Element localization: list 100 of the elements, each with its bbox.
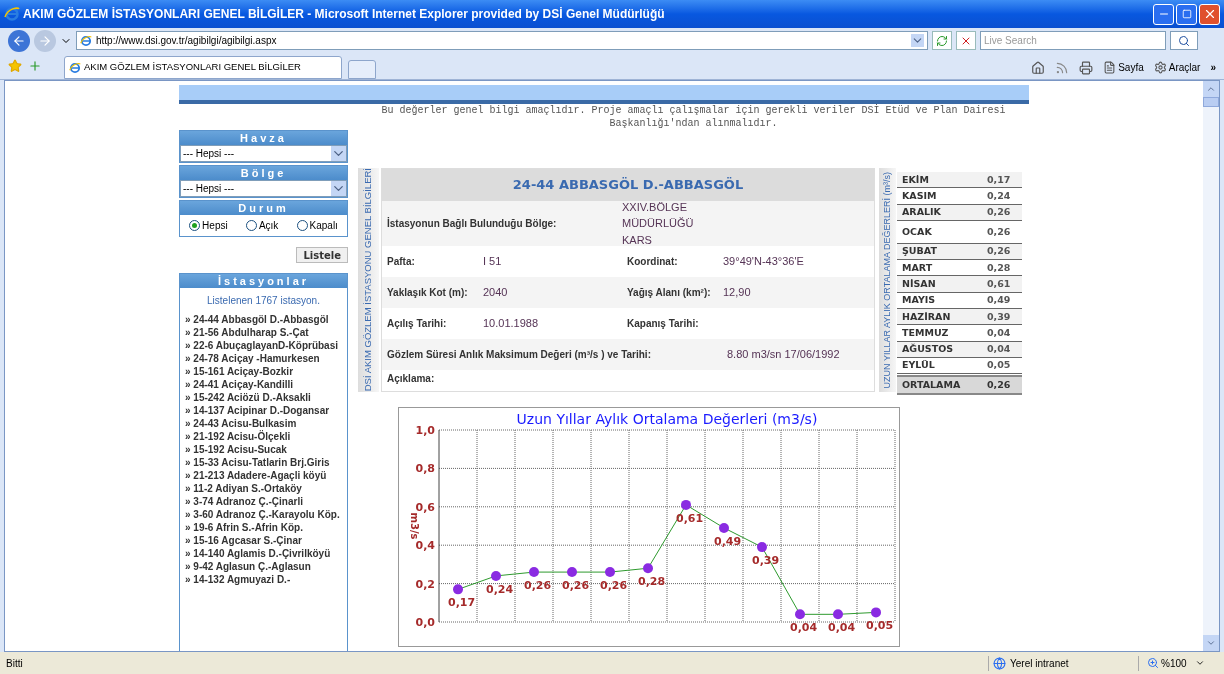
browser-logo-icon xyxy=(4,6,20,22)
month-name: EYLÜL xyxy=(902,358,936,373)
radio-option[interactable]: Açık xyxy=(245,218,279,233)
data-label: 0,28 xyxy=(637,575,665,589)
data-point xyxy=(566,567,577,578)
field-label: Pafta: xyxy=(387,255,416,269)
month-name: AĞUSTOS xyxy=(902,342,955,357)
data-point xyxy=(604,567,615,578)
address-field[interactable]: http://www.dsi.gov.tr/agibilgi/agibilgi.aspx xyxy=(76,31,928,50)
print-icon[interactable] xyxy=(1079,60,1094,75)
station-link[interactable]: » 24-43 Acisu-Bulkasim xyxy=(180,417,347,430)
filter-heading: Bölge xyxy=(180,166,347,180)
caret-icon xyxy=(1194,658,1205,668)
data-point xyxy=(528,567,539,578)
station-link[interactable]: » 15-161 Aciçay-Bozkir xyxy=(180,365,347,378)
station-link[interactable]: » 11-2 Adiyan S.-Ortaköy xyxy=(180,482,347,495)
browser-tab[interactable]: AKIM GÖZLEM İSTASYONLARI GENEL BİLGİLER xyxy=(64,56,342,79)
month-name: MART xyxy=(902,260,934,275)
month-value: 0,04 xyxy=(987,325,1011,340)
window-title: AKIM GÖZLEM İSTASYONLARI GENEL BİLGİLER - Microsoft Internet Explorer provided by DSİ Genel Müdürlüğü xyxy=(23,6,666,23)
station-link[interactable]: » 14-137 Acipinar D.-Dogansar xyxy=(180,404,347,417)
zoom-button[interactable]: %100 xyxy=(1138,655,1218,671)
station-link[interactable]: » 24-44 Abbasgöl D.-Abbasgöl xyxy=(180,313,347,326)
month-value: 0,24 xyxy=(987,188,1011,203)
browser-logo-icon xyxy=(80,34,92,47)
station-link[interactable]: » 14-132 Agmuyazi D.- xyxy=(180,573,347,586)
month-name: HAZİRAN xyxy=(902,309,952,324)
station-link[interactable]: » 22-6 AbuçaglayanD-Köprübasi xyxy=(180,339,347,352)
radio-button[interactable] xyxy=(245,220,257,231)
select-field[interactable]: --- Hepsi --- xyxy=(180,145,347,162)
status-text: Bitti xyxy=(6,656,24,671)
y-tick-label: 0,2 xyxy=(415,577,435,591)
station-link[interactable]: » 15-242 Aciözü D.-Aksakli xyxy=(180,391,347,404)
page-menu-button[interactable]: Sayfa xyxy=(1103,60,1144,75)
field-label: Yaklaşık Kot (m): xyxy=(387,286,469,300)
home-icon[interactable] xyxy=(1031,60,1046,75)
field-value: 39°49'N-43°36'E xyxy=(723,254,804,270)
data-label: 0,24 xyxy=(485,582,513,596)
stop-button[interactable] xyxy=(956,31,976,50)
month-value: 0,04 xyxy=(987,342,1011,357)
data-point xyxy=(680,499,691,510)
vertical-scrollbar[interactable] xyxy=(1203,81,1219,651)
data-label: 0,49 xyxy=(713,534,741,548)
data-point xyxy=(870,607,881,618)
data-label: 0,05 xyxy=(865,619,893,633)
close-button[interactable] xyxy=(1199,3,1220,25)
station-link[interactable]: » 24-78 Aciçay -Hamurkesen xyxy=(180,352,347,365)
station-link[interactable]: » 15-16 Agcasar S.-Çinar xyxy=(180,534,347,547)
station-link[interactable]: » 9-42 Aglasun Ç.-Aglasun xyxy=(180,560,347,573)
month-name: KASIM xyxy=(902,188,938,203)
data-label: 0,26 xyxy=(599,579,627,593)
month-value: 0,61 xyxy=(987,277,1011,291)
feed-icon[interactable] xyxy=(1055,60,1070,75)
new-tab-button[interactable] xyxy=(348,60,376,79)
search-button[interactable] xyxy=(1170,31,1198,50)
maximize-button[interactable] xyxy=(1176,3,1197,25)
station-link[interactable]: » 15-33 Acisu-Tatlarin Brj.Giris xyxy=(180,456,347,469)
data-label: 0,04 xyxy=(789,621,817,635)
back-button[interactable] xyxy=(8,29,30,52)
station-link[interactable]: » 24-41 Aciçay-Kandilli xyxy=(180,378,347,391)
field-label: İstasyonun Bağlı Bulunduğu Bölge: xyxy=(387,216,558,231)
gear-icon xyxy=(1153,61,1167,74)
station-title: 24-44 ABBASGÖL D.-ABBASGÖL xyxy=(382,169,874,201)
select-field[interactable]: --- Hepsi --- xyxy=(180,180,347,197)
filter-heading: Durum xyxy=(180,201,347,215)
list-button[interactable]: Listele xyxy=(296,247,348,263)
data-label: 0,17 xyxy=(447,596,475,610)
scroll-thumb[interactable] xyxy=(1203,97,1219,107)
station-link[interactable]: » 21-213 Adadere-Agaçli köyü xyxy=(180,469,347,482)
filter-heading: Havza xyxy=(180,131,347,145)
dropdown-icon xyxy=(331,146,346,161)
radio-button[interactable] xyxy=(189,220,201,231)
month-name: NİSAN xyxy=(902,277,937,291)
station-link[interactable]: » 3-74 Adranoz Ç.-Çinarli xyxy=(180,495,347,508)
y-axis-title: m3/s xyxy=(408,512,420,540)
stations-heading: İstasyonlar xyxy=(180,274,347,288)
month-name: MAYIS xyxy=(902,293,937,308)
data-label: 0,26 xyxy=(523,579,551,593)
more-commands-button[interactable]: » xyxy=(1210,60,1216,75)
station-link[interactable]: » 3-60 Adranoz Ç.-Karayolu Köp. xyxy=(180,508,347,521)
station-count: Listelenen 1767 istasyon. xyxy=(206,294,321,308)
refresh-button[interactable] xyxy=(932,31,952,50)
field-label: Açıklama: xyxy=(387,371,435,386)
field-label: Gözlem Süresi Anlık Maksimum Değeri (m³/s ) ve Tarihi: xyxy=(387,348,652,362)
minimize-button[interactable] xyxy=(1153,3,1174,25)
y-tick-label: 0,8 xyxy=(415,462,435,476)
radio-option[interactable]: Kapalı xyxy=(296,218,338,233)
station-link[interactable]: » 21-56 Abdulharap S.-Çat xyxy=(180,326,347,339)
average-label: ORTALAMA xyxy=(902,378,962,393)
station-link[interactable]: » 21-192 Acisu-Ölçekli xyxy=(180,430,347,443)
field-value: XXIV.BÖLGE MÜDÜRLÜĞÜ KARS xyxy=(622,199,695,248)
field-value: 10.01.1988 xyxy=(483,316,539,332)
data-label: 0,04 xyxy=(827,621,855,635)
month-name: TEMMUZ xyxy=(902,325,950,340)
tools-menu-button[interactable]: Araçlar xyxy=(1153,60,1201,75)
radio-option[interactable]: Hepsi xyxy=(189,218,228,233)
station-link[interactable]: » 15-192 Acisu-Sucak xyxy=(180,443,347,456)
station-link[interactable]: » 14-140 Aglamis D.-Çivrilköyü xyxy=(180,547,347,560)
station-link[interactable]: » 19-6 Afrin S.-Afrin Köp. xyxy=(180,521,347,534)
radio-button[interactable] xyxy=(296,220,308,231)
